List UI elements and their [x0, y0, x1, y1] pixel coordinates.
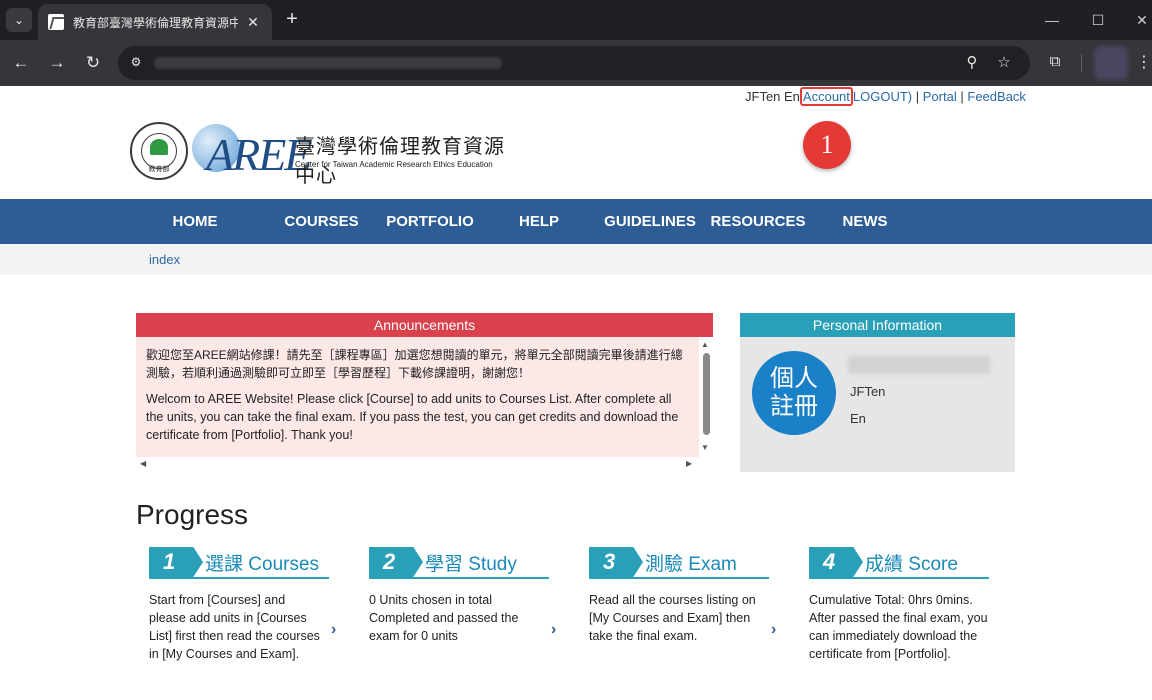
announcements-body: 歡迎您至AREE網站修課！請先至［課程專區］加選您想閱讀的單元，將單元全部閱讀完…: [136, 337, 699, 457]
site-name-chinese: 臺灣學術倫理教育資源中心: [295, 136, 505, 187]
page: JFTen En Account LOGOUT) | Portal | FeedBa…: [0, 86, 1152, 700]
site-name-english: Center for Taiwan Academic Research Ethi…: [295, 160, 493, 169]
step-number: 2: [369, 547, 423, 577]
announcements-panel: Announcements 歡迎您至AREE網站修課！請先至［課程專區］加選您想…: [136, 313, 713, 471]
avatar-text-line2: 註冊: [770, 393, 818, 420]
nav-guidelines[interactable]: GUIDELINES: [600, 199, 700, 244]
toolbar-divider: [1081, 54, 1082, 72]
chevron-right-icon: ›: [331, 621, 337, 638]
announcement-text-zh: 歡迎您至AREE網站修課！請先至［課程專區］加選您想閱讀的單元，將單元全部閱讀完…: [146, 348, 683, 380]
chevron-right-icon: ›: [771, 621, 777, 638]
favicon-icon: [48, 14, 64, 30]
step-label: 學習 Study: [425, 554, 517, 575]
email-blurred: [848, 356, 990, 374]
tab-search-button[interactable]: ⌄: [6, 8, 32, 32]
step-label: 測驗 Exam: [645, 554, 737, 575]
browser-tabstrip: ⌄ 教育部臺灣學術倫理教育資源中 ✕ + — ☐ ✕: [0, 0, 1152, 40]
step-label: 成績 Score: [865, 554, 958, 575]
vertical-scrollbar[interactable]: ▲ ▼: [699, 337, 713, 457]
window-close-icon[interactable]: ✕: [1122, 8, 1152, 32]
bookmark-star-icon[interactable]: ☆: [994, 53, 1014, 73]
tab-title: 教育部臺灣學術倫理教育資源中: [73, 15, 238, 30]
nav-portfolio[interactable]: PORTFOLIO: [382, 199, 478, 244]
separator: |: [960, 89, 964, 104]
announcement-text-en: Welcom to AREE Website! Please click [Co…: [146, 392, 679, 442]
zoom-icon[interactable]: ⚲: [962, 53, 982, 73]
nav-home[interactable]: HOME: [150, 199, 240, 244]
step-number: 4: [809, 547, 863, 577]
progress-step-exam[interactable]: 3 測驗 Exam Read all the courses listing o…: [589, 547, 774, 645]
registration-avatar[interactable]: 個人 註冊: [752, 351, 836, 435]
browser-tab[interactable]: 教育部臺灣學術倫理教育資源中 ✕: [38, 4, 272, 40]
step-number: 1: [149, 547, 203, 577]
profile-avatar[interactable]: [1094, 46, 1128, 80]
new-tab-button[interactable]: +: [280, 8, 304, 32]
site-logo[interactable]: 教育部 AREE 臺灣學術倫理教育資源中心 Center for Taiwan …: [130, 122, 520, 187]
horizontal-scrollbar[interactable]: ◀ ▶: [136, 457, 699, 471]
forward-icon[interactable]: →: [45, 51, 69, 75]
scroll-up-icon[interactable]: ▲: [701, 340, 709, 349]
breadcrumb-index[interactable]: index: [149, 252, 180, 267]
breadcrumb: index: [0, 244, 1152, 275]
nav-help[interactable]: HELP: [507, 199, 571, 244]
scroll-down-icon[interactable]: ▼: [701, 443, 709, 452]
separator: |: [915, 89, 920, 104]
scroll-left-icon[interactable]: ◀: [140, 459, 146, 468]
scroll-right-icon[interactable]: ▶: [686, 459, 692, 468]
menu-kebab-icon[interactable]: ⋮: [1136, 52, 1152, 74]
personal-info-title: Personal Information: [740, 313, 1015, 337]
step-description: Read all the courses listing on [My Cour…: [589, 593, 756, 643]
top-links: JFTen En Account LOGOUT) | Portal | FeedBa…: [745, 87, 1026, 106]
main-nav: HOME COURSES PORTFOLIO HELP GUIDELINES R…: [0, 199, 1152, 244]
maximize-icon[interactable]: ☐: [1078, 8, 1118, 32]
progress-step-score[interactable]: 4 成績 Score Cumulative Total: 0hrs 0mins.…: [809, 547, 994, 663]
reload-icon[interactable]: ↻: [81, 51, 105, 75]
chevron-right-icon: ›: [551, 621, 557, 638]
announcements-title: Announcements: [136, 313, 713, 337]
account-link[interactable]: Account: [799, 87, 853, 106]
tab-close-icon[interactable]: ✕: [244, 14, 262, 31]
step-number: 3: [589, 547, 643, 577]
chevron-down-icon: ⌄: [13, 13, 25, 27]
annotation-badge: 1: [803, 121, 851, 169]
progress-title: Progress: [136, 499, 249, 530]
nav-courses[interactable]: COURSES: [275, 199, 368, 244]
moe-seal-logo: 教育部: [130, 122, 188, 180]
scrollbar-thumb[interactable]: [703, 353, 710, 435]
address-bar[interactable]: ⚙ ⚲ ☆: [118, 46, 1030, 80]
seal-text: 教育部: [148, 166, 170, 173]
step-label: 選課 Courses: [205, 554, 320, 575]
logout-link[interactable]: LOGOUT): [853, 89, 912, 104]
first-name: JFTen: [850, 384, 886, 399]
avatar-text-line1: 個人: [770, 365, 818, 392]
nav-news[interactable]: NEWS: [832, 199, 898, 244]
sprout-icon: [150, 139, 168, 155]
url-text-blurred: [154, 57, 502, 69]
site-info-icon[interactable]: ⚙: [128, 55, 144, 71]
progress-step-courses[interactable]: 1 選課 Courses Start from [Courses] and pl…: [149, 547, 334, 663]
step-description: 0 Units chosen in total Completed and pa…: [369, 593, 519, 643]
last-name: En: [850, 411, 866, 426]
feedback-link[interactable]: FeedBack: [967, 89, 1026, 104]
minimize-icon[interactable]: —: [1032, 8, 1072, 32]
personal-info-panel: Personal Information 個人 註冊 JFTen En: [740, 313, 1015, 472]
browser-toolbar: ← → ↻ ⚙ ⚲ ☆: [0, 40, 1152, 86]
step-description: Cumulative Total: 0hrs 0mins. After pass…: [809, 593, 988, 661]
progress-step-study[interactable]: 2 學習 Study 0 Units chosen in total Compl…: [369, 547, 554, 645]
portal-link[interactable]: Portal: [923, 89, 957, 104]
nav-resources[interactable]: RESOURCES: [708, 199, 808, 244]
step-description: Start from [Courses] and please add unit…: [149, 593, 320, 661]
back-icon[interactable]: ←: [9, 51, 33, 75]
extensions-icon[interactable]: ⧉: [1044, 51, 1066, 73]
user-name: JFTen En: [745, 89, 800, 104]
